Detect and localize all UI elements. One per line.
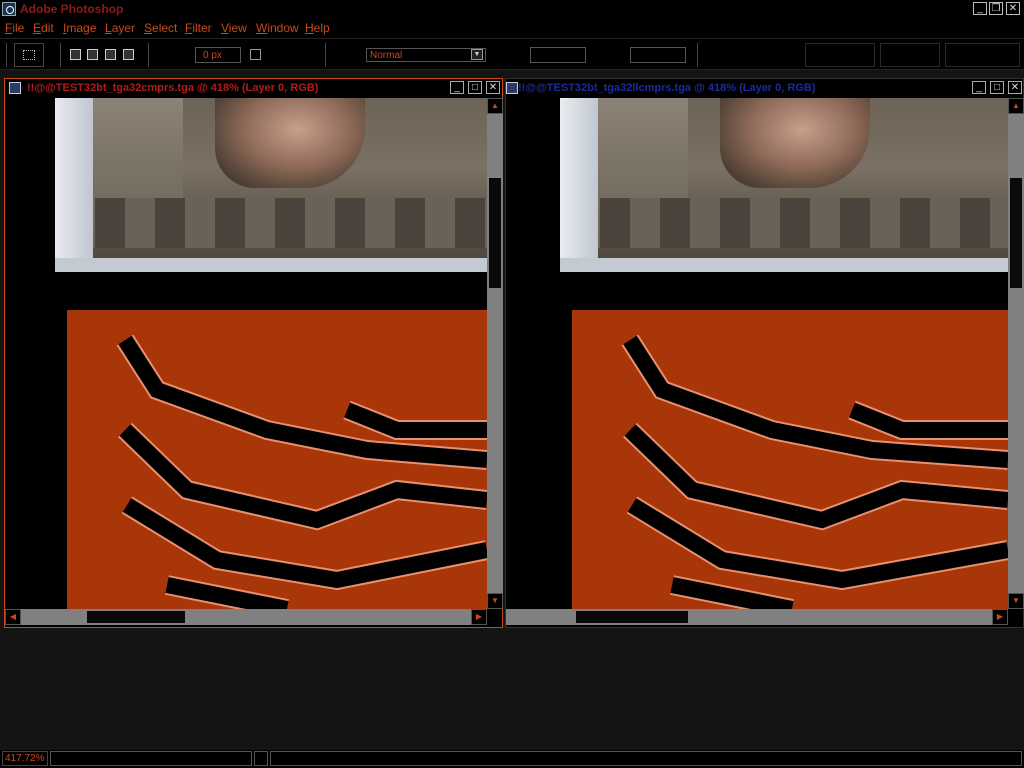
- style-select[interactable]: Normal ▼: [366, 48, 486, 62]
- minimize-icon[interactable]: _: [450, 81, 464, 94]
- vertical-scrollbar[interactable]: ▲ ▼: [1008, 98, 1024, 609]
- horizontal-scroll-thumb[interactable]: [576, 611, 688, 623]
- menu-help[interactable]: Help: [305, 21, 330, 35]
- photoshop-app-icon[interactable]: [2, 2, 16, 16]
- image-canvas[interactable]: [5, 98, 487, 609]
- options-divider: [148, 43, 150, 67]
- palette-well-tab[interactable]: [945, 43, 1020, 67]
- rectangular-marquee-icon: [23, 50, 35, 60]
- arrow-down-icon[interactable]: ▼: [487, 593, 503, 609]
- horizontal-scroll-thumb[interactable]: [87, 611, 185, 623]
- menu-file[interactable]: File: [5, 21, 24, 35]
- maximize-icon[interactable]: □: [990, 81, 1004, 94]
- document-icon: [506, 82, 518, 94]
- orange-panel: [572, 310, 1008, 609]
- maximize-icon[interactable]: □: [468, 81, 482, 94]
- painting-frieze: [600, 198, 1008, 248]
- document-title: !!@@TEST32bt_tga32cmprs.tga @ 418% (Laye…: [27, 82, 319, 94]
- orange-panel: [67, 310, 487, 609]
- options-divider: [325, 43, 327, 67]
- minimize-icon[interactable]: _: [972, 81, 986, 94]
- status-menu-button[interactable]: [254, 751, 268, 766]
- title-bar: Adobe Photoshop _ ❐ ✕: [0, 0, 1024, 18]
- arrow-right-icon[interactable]: ▶: [992, 609, 1008, 625]
- tool-preset-picker[interactable]: [14, 43, 44, 67]
- painting-frame: [55, 98, 93, 272]
- menu-select[interactable]: Select: [144, 21, 177, 35]
- options-bar: 0 px Normal ▼: [0, 38, 1024, 70]
- minimize-icon[interactable]: _: [973, 2, 987, 15]
- status-bar: 417.72%: [0, 750, 1024, 768]
- chevron-down-icon[interactable]: ▼: [471, 49, 483, 60]
- document-window-1[interactable]: !!@@TEST32bt_tga32cmprs.tga @ 418% (Laye…: [4, 78, 503, 628]
- feather-field[interactable]: 0 px: [195, 47, 241, 63]
- close-icon[interactable]: ✕: [1008, 81, 1022, 94]
- vertical-scroll-thumb[interactable]: [489, 178, 501, 288]
- document-title: !!@@TEST32bt_tga32llcmprs.tga @ 418% (La…: [518, 82, 816, 94]
- image-canvas[interactable]: [506, 98, 1008, 609]
- menu-window[interactable]: Window: [256, 21, 299, 35]
- document-window-2[interactable]: !!@@TEST32bt_tga32llcmprs.tga @ 418% (La…: [505, 78, 1024, 628]
- horizontal-scrollbar[interactable]: ◀ ▶: [5, 609, 487, 625]
- app-title: Adobe Photoshop: [20, 2, 124, 16]
- menu-bar: File Edit Image Layer Select Filter View…: [0, 18, 1024, 38]
- restore-icon[interactable]: ❐: [989, 2, 1003, 15]
- palette-well-tab[interactable]: [880, 43, 940, 67]
- painting-frame: [55, 258, 487, 272]
- palette-well-tab[interactable]: [805, 43, 875, 67]
- vertical-scrollbar[interactable]: ▲ ▼: [487, 98, 503, 609]
- document-info-field[interactable]: [50, 751, 252, 766]
- wing-graphic: [116, 334, 487, 609]
- wing-graphic: [621, 334, 1008, 609]
- painting-figure: [720, 98, 870, 188]
- arrow-down-icon[interactable]: ▼: [1008, 593, 1024, 609]
- menu-layer[interactable]: Layer: [105, 21, 135, 35]
- painting-frieze: [95, 198, 487, 248]
- anti-alias-checkbox[interactable]: [250, 49, 261, 60]
- arrow-up-icon[interactable]: ▲: [487, 98, 503, 114]
- close-icon[interactable]: ✕: [1006, 2, 1020, 15]
- feather-value: 0 px: [203, 50, 222, 61]
- status-message-field: [270, 751, 1022, 766]
- painting-frame: [560, 258, 1008, 272]
- subtract-from-selection-icon[interactable]: [105, 49, 116, 60]
- painting-image: [55, 98, 487, 272]
- add-to-selection-icon[interactable]: [87, 49, 98, 60]
- painting-figure: [215, 98, 365, 188]
- menu-view[interactable]: View: [221, 21, 247, 35]
- options-grip[interactable]: [6, 43, 8, 67]
- photoshop-window: Adobe Photoshop _ ❐ ✕ File Edit Image La…: [0, 0, 1024, 768]
- arrow-left-icon[interactable]: ◀: [5, 609, 21, 625]
- width-field[interactable]: [530, 47, 586, 63]
- menu-edit[interactable]: Edit: [33, 21, 54, 35]
- vertical-scroll-thumb[interactable]: [1010, 178, 1022, 288]
- close-icon[interactable]: ✕: [486, 81, 500, 94]
- document-title-bar[interactable]: !!@@TEST32bt_tga32llcmprs.tga @ 418% (La…: [506, 79, 1023, 98]
- height-field[interactable]: [630, 47, 686, 63]
- options-divider: [697, 43, 699, 67]
- options-divider: [60, 43, 62, 67]
- painting-image: [560, 98, 1008, 272]
- painting-frame: [560, 98, 598, 272]
- new-selection-icon[interactable]: [70, 49, 81, 60]
- document-title-bar[interactable]: !!@@TEST32bt_tga32cmprs.tga @ 418% (Laye…: [5, 79, 502, 98]
- horizontal-scrollbar[interactable]: ▶: [506, 609, 1008, 625]
- document-icon: [9, 82, 21, 94]
- arrow-right-icon[interactable]: ▶: [471, 609, 487, 625]
- menu-image[interactable]: Image: [63, 21, 96, 35]
- intersect-selection-icon[interactable]: [123, 49, 134, 60]
- zoom-level-field[interactable]: 417.72%: [2, 751, 48, 766]
- menu-filter[interactable]: Filter: [185, 21, 212, 35]
- arrow-up-icon[interactable]: ▲: [1008, 98, 1024, 114]
- style-value: Normal: [370, 50, 403, 61]
